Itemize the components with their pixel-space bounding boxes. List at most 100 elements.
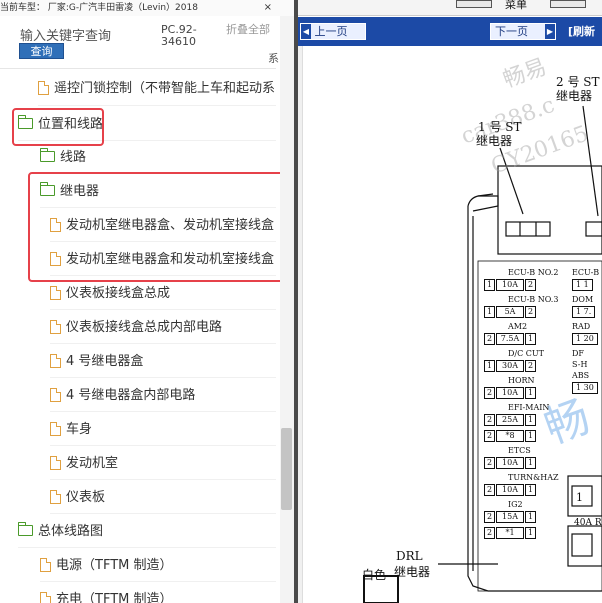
fuse-row: 2 7.5A 1: [484, 333, 537, 345]
close-icon[interactable]: ×: [264, 0, 272, 16]
query-button[interactable]: 查询: [19, 43, 64, 59]
document-icon: [50, 489, 61, 504]
tree-item-label: 电源（TFTM 制造）: [56, 558, 173, 573]
fuse-cell: 1: [525, 457, 536, 469]
refresh-link[interactable]: [刷新: [568, 23, 595, 39]
page-nav-bar: ◀ 上一页 下一页 ▶ [刷新: [298, 17, 602, 46]
folder-icon: [17, 522, 33, 536]
fuse-cell: 1: [525, 484, 536, 496]
fuse-cell: *8: [496, 430, 524, 442]
tree-item-remote-lock[interactable]: 遥控门锁控制（不带智能上车和起动系: [38, 78, 275, 100]
fuse-cell: 1: [484, 279, 495, 291]
tree-item-label: 仪表板接线盒总成内部电路: [66, 320, 223, 335]
tree-item-label: 4 号继电器盒内部电路: [66, 388, 196, 403]
toolbar-button[interactable]: [456, 0, 492, 8]
folder-icon: [17, 115, 33, 129]
fuse-name: ETCS: [508, 446, 531, 455]
tree-item-relay-box-4-circuit[interactable]: 4 号继电器盒内部电路: [50, 385, 195, 407]
tree-panel: 当前车型： 厂家:G-广汽丰田雷凌（Levin）2018 × 输入关键字查询 查…: [0, 0, 296, 603]
fuse-name: DF: [572, 349, 584, 358]
tree-item-label: 线路: [60, 150, 87, 165]
fuse-name: ABS: [572, 371, 590, 380]
next-page-button[interactable]: 下一页 ▶: [490, 23, 556, 40]
fuse-cell: *1: [496, 527, 524, 539]
fuse-name: HORN: [508, 376, 535, 385]
fuse-cell: 2: [484, 484, 495, 496]
document-icon: [38, 80, 49, 95]
tree-item-location-wiring[interactable]: 位置和线路: [17, 114, 103, 136]
row-divider: [18, 140, 276, 141]
menu-label[interactable]: 菜单: [505, 0, 527, 12]
row-divider: [38, 105, 276, 106]
row-divider: [50, 309, 276, 310]
fuse-cell: 1 1: [572, 279, 593, 291]
search-input[interactable]: 输入关键字查询: [20, 25, 111, 44]
tree-item-label: 发动机室: [66, 456, 119, 471]
row-divider: [40, 207, 276, 208]
fuse-row: 2 10A 1: [484, 387, 537, 399]
tree-item-label: 继电器: [60, 184, 100, 199]
fuse-cell: 2: [484, 457, 495, 469]
row-divider: [50, 445, 276, 446]
scrollbar-track[interactable]: [280, 16, 294, 603]
tree-item-ip-junction-box-circuit[interactable]: 仪表板接线盒总成内部电路: [50, 317, 222, 339]
fuse-row: 2 *8 1: [484, 430, 537, 442]
fuse-cell: 1 7.: [572, 306, 596, 318]
fuse-cell: 15A: [496, 511, 524, 523]
document-icon: [50, 421, 61, 436]
fuse-cell: 30A: [496, 360, 524, 372]
fuse-name: ECU-B: [572, 268, 600, 277]
tree-item-wiring[interactable]: 线路: [39, 147, 87, 169]
fuse-name: ECU-B NO.2: [508, 268, 559, 277]
tree-item-label: 发动机室继电器盒、发动机室接线盒: [66, 218, 275, 233]
row-divider: [50, 275, 276, 276]
arrow-right-icon: ▶: [545, 24, 555, 39]
fuse-row: 1 10A 2: [484, 279, 537, 291]
fuse-name: TURN&HAZ: [508, 473, 559, 482]
tree-item-engine-relay-box-1[interactable]: 发动机室继电器盒、发动机室接线盒: [50, 215, 274, 237]
tree-item-label: 遥控门锁控制（不带智能上车和起动系: [54, 81, 276, 96]
fuse-cell: 2: [484, 387, 495, 399]
arrow-left-icon: ◀: [301, 24, 311, 39]
tree-item-overall-wiring[interactable]: 总体线路图: [17, 521, 103, 543]
fuse-cell: 10A: [496, 457, 524, 469]
fuse-row: 2 25A 1: [484, 414, 537, 426]
tree-item-body[interactable]: 车身: [50, 419, 92, 441]
tree-item-instrument-panel[interactable]: 仪表板: [50, 487, 105, 509]
tree-item-relay[interactable]: 继电器: [39, 181, 100, 203]
fuse-name: IG2: [508, 500, 523, 509]
fuse-box-drawing: [363, 105, 602, 603]
fuse-name: ECU-B NO.3: [508, 295, 559, 304]
fuse-cell: 10A: [496, 387, 524, 399]
document-icon: [50, 319, 61, 334]
document-icon: [40, 557, 51, 572]
fuse-cell: 1: [525, 511, 536, 523]
fuse-row: 1 30A 2: [484, 360, 537, 372]
tree-item-power[interactable]: 电源（TFTM 制造）: [40, 555, 172, 577]
tree-item-label: 仪表板接线盒总成: [66, 286, 171, 301]
row-divider: [40, 173, 276, 174]
toolbar-button[interactable]: [550, 0, 586, 8]
menu-bar: 菜单: [298, 0, 602, 16]
prev-page-button[interactable]: ◀ 上一页: [300, 23, 366, 40]
fuse-cell: 10A: [496, 484, 524, 496]
tree-item-ip-junction-box[interactable]: 仪表板接线盒总成: [50, 283, 170, 305]
tree-item-engine-relay-box-2[interactable]: 发动机室继电器盒和发动机室接线盒: [50, 249, 274, 271]
scrollbar-thumb[interactable]: [281, 428, 292, 510]
drl-label: DRL: [396, 549, 423, 563]
document-icon: [50, 455, 61, 470]
fuse-name: D/C CUT: [508, 349, 544, 358]
tree-item-relay-box-4[interactable]: 4 号继电器盒: [50, 351, 143, 373]
wiring-diagram: 畅易 car388.c CY20165 畅 1 号 ST 继电器 2 号 ST …: [298, 46, 602, 603]
tree-item-engine-room[interactable]: 发动机室: [50, 453, 118, 475]
fuse-name: RAD: [572, 322, 591, 331]
collapse-all-button[interactable]: 折叠全部: [226, 24, 272, 36]
current-model-text: 当前车型： 厂家:G-广汽丰田雷凌（Levin）2018: [0, 3, 198, 13]
fuse-cell: 2: [484, 527, 495, 539]
tree-item-charging[interactable]: 充电（TFTM 制造）: [40, 589, 172, 603]
row-divider: [18, 547, 276, 548]
fuse-cell: 2: [525, 360, 536, 372]
row-divider: [50, 479, 276, 480]
tree-item-label: 充电（TFTM 制造）: [56, 592, 173, 603]
fuse-cell: 1: [525, 527, 536, 539]
